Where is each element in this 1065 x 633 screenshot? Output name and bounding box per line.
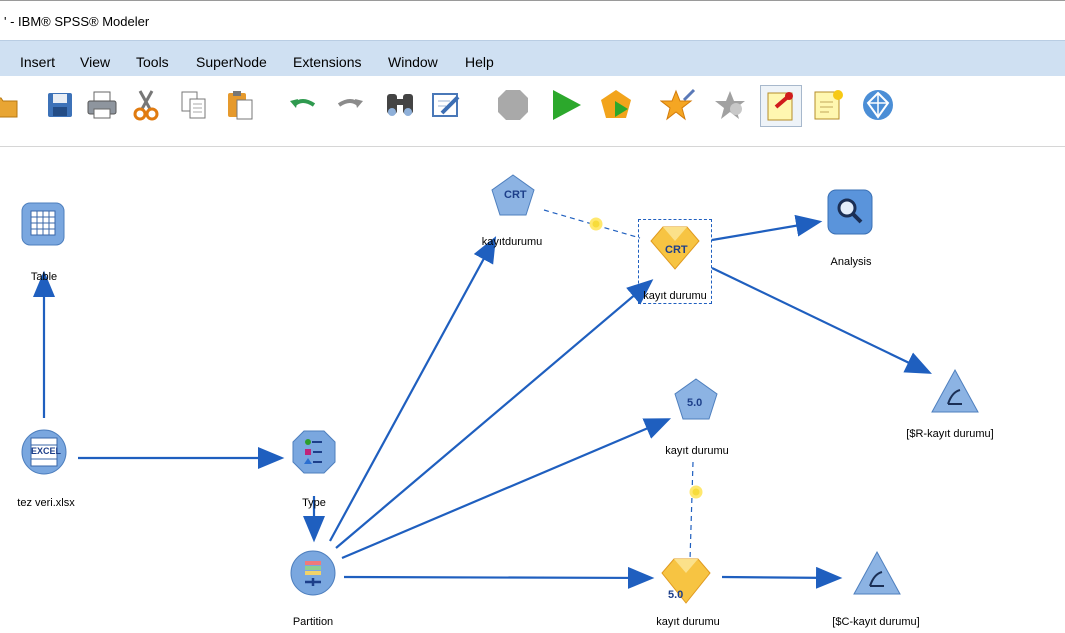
- eval-r-label: [$R-kayıt durumu]: [906, 428, 994, 440]
- partition-icon: [290, 550, 336, 596]
- evaluation-r-icon: [931, 368, 979, 413]
- c50-model-node[interactable]: 5.0: [660, 555, 712, 607]
- crt-build-glyph: CRT: [504, 189, 527, 201]
- link-partition-crt: [329, 236, 497, 542]
- crt-model-glyph: CRT: [665, 244, 688, 256]
- analysis-icon: [827, 189, 873, 235]
- link-partition-c50model: [343, 566, 655, 589]
- crt-model-label: kayıt durumu: [643, 290, 707, 302]
- c50-build-label: kayıt durumu: [665, 445, 729, 457]
- analysis-label: Analysis: [830, 256, 872, 268]
- excel-glyph: EXCEL: [31, 446, 62, 456]
- type-node[interactable]: [290, 428, 342, 480]
- link-c50model-evalc: [721, 566, 843, 589]
- table-icon: [21, 202, 65, 246]
- link-crtmodel-evalr: [711, 267, 932, 374]
- crt-build-node[interactable]: CRT: [490, 173, 542, 225]
- model-link-c50-sun-icon: [689, 485, 703, 499]
- link-partition-crtmodel: [335, 279, 654, 549]
- evaluation-c-icon: [853, 550, 901, 595]
- model-link-c50: [689, 461, 694, 561]
- type-node-label: Type: [302, 497, 326, 509]
- table-node[interactable]: [20, 201, 72, 253]
- table-node-label: Table: [30, 271, 58, 283]
- link-partition-c50: [341, 418, 672, 560]
- eval-c-node[interactable]: [852, 550, 904, 602]
- partition-node[interactable]: [289, 549, 341, 601]
- c50-model-label: kayıt durumu: [656, 616, 720, 628]
- excel-source-node[interactable]: EXCEL: [20, 428, 72, 480]
- type-icon: [292, 430, 336, 474]
- partition-node-label: Partition: [292, 616, 334, 628]
- stream-links: [33, 209, 932, 589]
- model-link-crt-sun-icon: [589, 217, 603, 231]
- analysis-node[interactable]: [826, 188, 878, 240]
- crt-build-label: kayıtdurumu: [481, 236, 543, 248]
- eval-c-label: [$C-kayıt durumu]: [832, 616, 920, 628]
- excel-node-label: tez veri.xlsx: [17, 497, 75, 509]
- link-crtmodel-analysis: [711, 214, 823, 242]
- c50-build-node[interactable]: 5.0: [673, 377, 725, 429]
- c50-model-glyph: 5.0: [668, 589, 684, 601]
- eval-r-node[interactable]: [930, 368, 982, 420]
- c50-build-glyph: 5.0: [687, 397, 703, 409]
